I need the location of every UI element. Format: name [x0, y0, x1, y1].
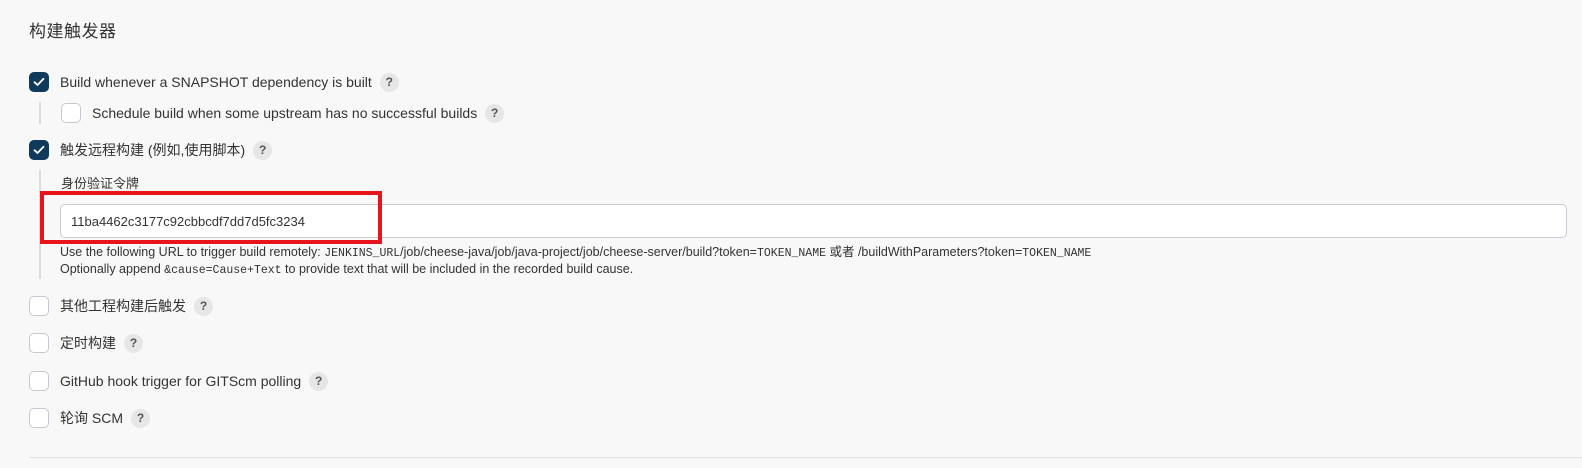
cause-help-prefix: Optionally append [60, 262, 165, 276]
remote-build-checkbox[interactable] [29, 140, 49, 160]
help-icon[interactable]: ? [485, 103, 505, 123]
help-icon[interactable]: ? [124, 333, 143, 353]
trigger-github-hook: GitHub hook trigger for GITScm polling ? [29, 369, 329, 393]
trigger-after-other-projects: 其他工程构建后触发 ? [29, 294, 213, 318]
trigger-snapshot-dependency: Build whenever a SNAPSHOT dependency is … [29, 70, 399, 94]
cause-help-suffix: to provide text that will be included in… [281, 262, 634, 276]
trigger-poll-scm: 轮询 SCM ? [29, 406, 150, 430]
help-icon[interactable]: ? [194, 296, 213, 316]
auth-token-input[interactable] [60, 204, 1567, 238]
cause-code: &cause=Cause+Text [164, 264, 282, 277]
help-icon[interactable]: ? [131, 408, 150, 428]
trigger-upstream-no-success: Schedule build when some upstream has no… [61, 101, 505, 125]
token-name-var: TOKEN_NAME [756, 247, 826, 260]
snapshot-dependency-checkbox[interactable] [29, 72, 49, 92]
cause-help: Optionally append &cause=Cause+Text to p… [60, 262, 633, 277]
url-help-or: 或者 [826, 245, 858, 259]
github-hook-checkbox[interactable] [29, 371, 49, 391]
url-help-path: /job/cheese-java/job/java-project/job/ch… [400, 245, 757, 259]
url-help-with-params: /buildWithParameters?token= [857, 245, 1023, 259]
nested-indent-line [39, 102, 41, 124]
upstream-no-success-label[interactable]: Schedule build when some upstream has no… [92, 105, 477, 121]
section-title: 构建触发器 [29, 22, 117, 41]
help-icon[interactable]: ? [253, 140, 273, 160]
periodic-build-label[interactable]: 定时构建 [60, 333, 116, 353]
checkmark-icon [33, 145, 45, 154]
upstream-no-success-checkbox[interactable] [61, 103, 81, 123]
periodic-build-checkbox[interactable] [29, 333, 49, 353]
remote-build-label[interactable]: 触发远程构建 (例如,使用脚本) [60, 140, 245, 160]
checkmark-icon [33, 77, 45, 86]
remote-url-help: Use the following URL to trigger build r… [60, 241, 1091, 260]
jenkins-url-var: JENKINS_URL [324, 247, 401, 260]
help-icon[interactable]: ? [309, 371, 329, 391]
github-hook-label[interactable]: GitHub hook trigger for GITScm polling [60, 373, 301, 389]
snapshot-dependency-label[interactable]: Build whenever a SNAPSHOT dependency is … [60, 74, 372, 90]
nested-indent-line [39, 170, 41, 279]
after-other-projects-label[interactable]: 其他工程构建后触发 [60, 296, 186, 316]
poll-scm-checkbox[interactable] [29, 408, 49, 428]
url-help-prefix: Use the following URL to trigger build r… [60, 245, 325, 259]
token-field-label: 身份验证令牌 [61, 176, 140, 191]
section-divider [29, 457, 1582, 458]
token-name-var: TOKEN_NAME [1022, 247, 1092, 260]
help-icon[interactable]: ? [379, 72, 399, 92]
poll-scm-label[interactable]: 轮询 SCM [60, 408, 123, 428]
trigger-remote-build: 触发远程构建 (例如,使用脚本) ? [29, 138, 273, 162]
trigger-periodic-build: 定时构建 ? [29, 331, 143, 355]
after-other-projects-checkbox[interactable] [29, 296, 49, 316]
